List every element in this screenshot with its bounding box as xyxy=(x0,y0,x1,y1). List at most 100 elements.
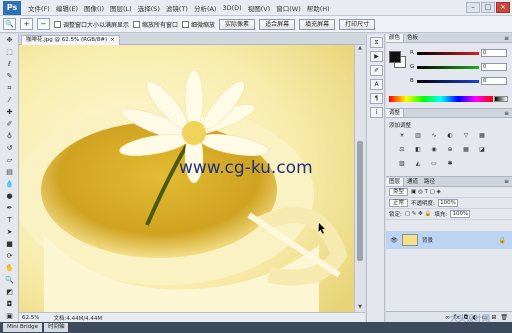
menu-view[interactable]: 视图(V) xyxy=(245,3,274,13)
menu-help[interactable]: 帮助(H) xyxy=(304,3,333,13)
document-tab[interactable]: 咖啡花.jpg @ 62.5% (RGB/8#) × xyxy=(21,35,120,45)
healing-brush-tool-icon[interactable]: ✚ xyxy=(2,107,17,118)
shape-tool-icon[interactable]: ■ xyxy=(2,239,17,250)
color-spectrum-bar[interactable] xyxy=(389,96,493,102)
black-white-ramp[interactable] xyxy=(494,96,508,102)
menu-file[interactable]: 文件(F) xyxy=(25,3,53,13)
hand-tool-icon[interactable]: ✋ xyxy=(2,263,17,274)
slider-green[interactable]: G 0 xyxy=(410,62,510,72)
document-size[interactable]: 文档:4.44M/4.44M xyxy=(53,314,102,322)
zoom-out-icon[interactable]: − xyxy=(37,18,50,30)
checkbox-box[interactable] xyxy=(133,20,141,28)
zoom-all-windows-checkbox[interactable]: 缩放所有窗口 xyxy=(133,20,178,29)
quick-select-tool-icon[interactable]: ✎ xyxy=(2,71,17,82)
tab-adjustments[interactable]: 调整 xyxy=(386,109,405,117)
move-tool-icon[interactable]: ✥ xyxy=(2,35,17,46)
filter-icons[interactable]: ▣ ◎ T ▢ ◈ xyxy=(411,189,441,195)
quick-mask-icon[interactable]: ◘ xyxy=(2,299,17,310)
levels-icon[interactable]: ▥ xyxy=(412,131,424,141)
slider-value-field[interactable]: 0 xyxy=(481,63,507,71)
tab-timeline[interactable]: 时间轴 xyxy=(43,323,69,332)
brightness-contrast-icon[interactable]: ☀ xyxy=(396,131,408,141)
checkbox-box[interactable] xyxy=(182,20,190,28)
hue-saturation-icon[interactable]: ▦ xyxy=(476,131,488,141)
3d-rotate-tool-icon[interactable]: ⟳ xyxy=(2,251,17,262)
menu-layer[interactable]: 图层(L) xyxy=(107,3,135,13)
pen-tool-icon[interactable]: ✒ xyxy=(2,203,17,214)
gradient-map-icon[interactable]: ▭ xyxy=(428,159,440,169)
color-swatches-icon[interactable]: ◩ xyxy=(2,287,17,298)
vibrance-icon[interactable]: ▽ xyxy=(460,131,472,141)
actions-panel-icon[interactable]: ▶ xyxy=(370,51,383,62)
scrollbar-thumb[interactable] xyxy=(357,141,363,261)
slider-track[interactable] xyxy=(417,51,479,55)
trash-icon[interactable]: 🗑 xyxy=(500,314,508,321)
slider-track[interactable] xyxy=(417,65,479,69)
layer-row-background[interactable]: 👁 背景 🔒 xyxy=(386,231,512,249)
tab-paths[interactable]: 路径 xyxy=(421,178,438,186)
scrubby-zoom-checkbox[interactable]: 细微缩放 xyxy=(182,20,215,29)
blur-tool-icon[interactable]: 💧 xyxy=(2,179,17,190)
tab-mini-bridge[interactable]: Mini Bridge xyxy=(3,323,42,332)
close-icon[interactable]: × xyxy=(496,2,510,13)
close-tab-icon[interactable]: × xyxy=(110,37,115,43)
black-white-icon[interactable]: ◧ xyxy=(412,145,424,155)
zoom-level[interactable]: 62.5% xyxy=(22,315,39,321)
zoom-in-icon[interactable]: + xyxy=(20,18,33,30)
menu-image[interactable]: 图像(I) xyxy=(81,3,107,13)
opacity-field[interactable]: 100% xyxy=(437,199,458,207)
dodge-tool-icon[interactable]: ● xyxy=(2,191,17,202)
path-select-tool-icon[interactable]: ➤ xyxy=(2,227,17,238)
blend-mode-dropdown[interactable]: 正常 xyxy=(389,199,409,207)
photo-filter-icon[interactable]: ◉ xyxy=(428,145,440,155)
scroll-down-icon[interactable]: ▼ xyxy=(355,304,365,312)
history-panel-icon[interactable]: ⧖ xyxy=(370,37,383,48)
curves-icon[interactable]: ∿ xyxy=(428,131,440,141)
menu-3d[interactable]: 3D(D) xyxy=(219,4,244,12)
tab-layers[interactable]: 图层 xyxy=(386,177,405,186)
selective-color-icon[interactable]: ✱ xyxy=(444,159,456,169)
checkbox-box[interactable] xyxy=(54,20,61,28)
brush-tool-icon[interactable]: ✐ xyxy=(2,119,17,130)
fill-screen-button[interactable]: 填充屏幕 xyxy=(299,18,336,30)
paragraph-panel-icon[interactable]: ¶ xyxy=(370,93,383,104)
menu-edit[interactable]: 编辑(E) xyxy=(53,3,81,13)
gradient-tool-icon[interactable]: ▤ xyxy=(2,167,17,178)
color-balance-icon[interactable]: ⚖ xyxy=(396,145,408,155)
actual-pixels-button[interactable]: 实际像素 xyxy=(219,18,256,30)
panel-menu-icon[interactable]: ≡ xyxy=(504,35,509,42)
menu-filter[interactable]: 滤镜(T) xyxy=(163,3,191,13)
slider-track[interactable] xyxy=(417,79,479,83)
menu-analysis[interactable]: 分析(A) xyxy=(191,3,220,13)
eraser-tool-icon[interactable]: ▱ xyxy=(2,155,17,166)
posterize-icon[interactable]: ▧ xyxy=(396,159,408,169)
lock-icons[interactable]: ▢ ✎ ✥ 🔒 xyxy=(405,211,432,217)
clone-stamp-tool-icon[interactable]: ♁ xyxy=(2,131,17,142)
tab-color[interactable]: 颜色 xyxy=(386,34,405,42)
marquee-tool-icon[interactable]: ⬚ xyxy=(2,47,17,58)
slider-red[interactable]: R 0 xyxy=(410,48,510,58)
exposure-icon[interactable]: ◐ xyxy=(444,131,456,141)
menu-select[interactable]: 选择(S) xyxy=(135,3,163,13)
document-canvas[interactable]: www.cg-ku.com xyxy=(19,45,354,312)
print-size-button[interactable]: 打印尺寸 xyxy=(339,18,376,30)
slider-value-field[interactable]: 0 xyxy=(481,77,507,85)
brush-panel-icon[interactable]: ✐ xyxy=(370,65,383,76)
panel-menu-icon[interactable]: ≡ xyxy=(504,110,509,117)
minimize-icon[interactable]: – xyxy=(466,2,480,13)
resize-windows-checkbox[interactable]: 调整窗口大小以满屏显示 xyxy=(54,20,129,29)
fit-screen-button[interactable]: 适合屏幕 xyxy=(259,18,296,30)
foreground-color-swatch[interactable] xyxy=(389,51,401,63)
character-panel-icon[interactable]: A xyxy=(370,79,383,90)
eye-icon[interactable]: 👁 xyxy=(390,237,398,244)
vertical-scrollbar[interactable]: ▲ ▼ xyxy=(354,45,365,312)
slider-value-field[interactable]: 0 xyxy=(481,49,507,57)
menu-window[interactable]: 窗口(W) xyxy=(273,3,304,13)
new-layer-icon[interactable]: ⊞ xyxy=(491,314,496,321)
zoom-tool-icon[interactable]: 🔍 xyxy=(3,18,16,30)
color-lookup-icon[interactable]: ▦ xyxy=(460,145,472,155)
tab-channels[interactable]: 通道 xyxy=(404,178,421,186)
panel-menu-icon[interactable]: ≡ xyxy=(504,178,509,185)
threshold-icon[interactable]: ◭ xyxy=(412,159,424,169)
tab-swatches[interactable]: 色板 xyxy=(404,34,421,42)
